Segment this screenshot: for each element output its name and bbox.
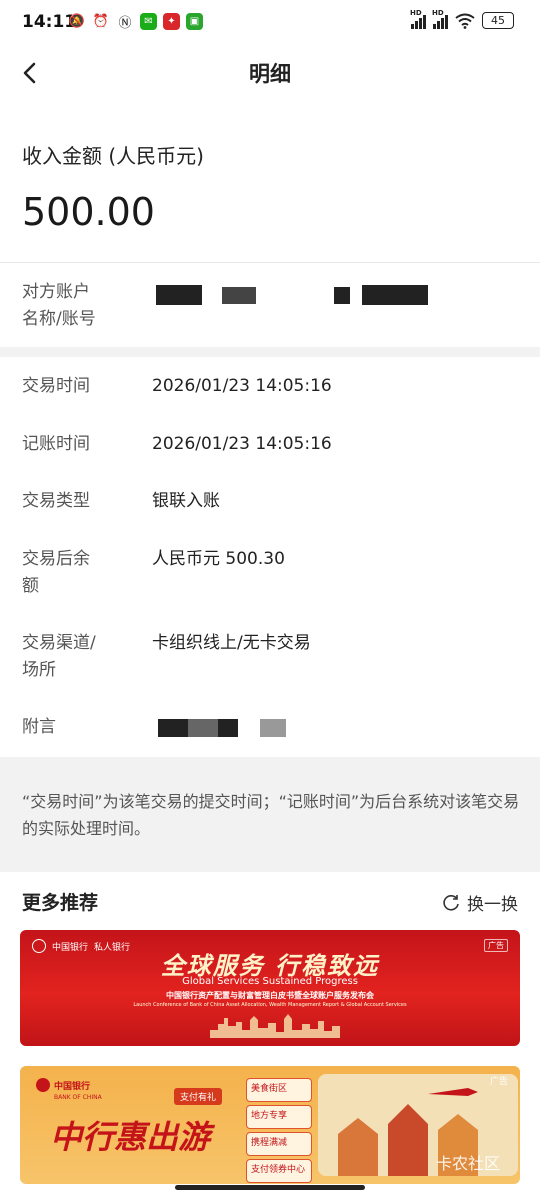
boc-logo-en: BANK OF CHINA: [54, 1094, 102, 1101]
transaction-details: 交易时间 2026/01/23 14:05:16 记账时间 2026/01/23…: [0, 357, 540, 757]
recommend-title: 更多推荐: [22, 892, 99, 914]
banner-menu-item: 地方专享: [246, 1105, 312, 1129]
redacted-block: [260, 719, 286, 737]
amount-label: 收入金额 (人民币元): [22, 144, 204, 168]
detail-label: 交易后余 额: [22, 549, 90, 596]
detail-label: 附言: [22, 717, 56, 737]
promo-banner-travel[interactable]: 中国银行 BANK OF CHINA 中行惠出游 支付有礼 美食街区 地方专享 …: [20, 1066, 520, 1184]
page-title: 明细: [249, 62, 291, 86]
refresh-icon: [443, 894, 459, 911]
detail-label: 交易渠道/ 场所: [22, 633, 96, 680]
detail-label: 交易时间: [22, 376, 90, 396]
detail-value: 2026/01/23 14:05:16: [152, 434, 332, 454]
promo-banner-global-services[interactable]: 中国银行 私人银行 广告 全球服务 行稳致远 Global Services S…: [20, 930, 520, 1046]
status-system-icons: HD HD 45: [410, 9, 514, 29]
mute-icon: 🔕: [68, 13, 86, 29]
app-icon: ▣: [186, 12, 203, 30]
status-notification-icons: 🔕 ⏰ Ⓝ ✉ ✦ ▣: [68, 12, 203, 31]
ad-badge: 广告: [489, 1077, 508, 1087]
redacted-block: [334, 287, 350, 304]
refresh-label: 换一换: [467, 895, 518, 915]
amount-card: 收入金额 (人民币元) 500.00: [0, 102, 540, 262]
banner-menu-item: 支付领券中心: [246, 1159, 312, 1183]
wechat-icon: ✉: [140, 12, 157, 30]
signal-icon: HD: [432, 9, 448, 29]
banner-menu: 美食街区 地方专享 携程满减 支付领券中心: [246, 1078, 312, 1183]
battery-icon: 45: [482, 12, 514, 29]
banner-line: 中国银行资产配置与财富管理白皮书暨全球账户服务发布会: [166, 991, 374, 1000]
counterparty-card: 对方账户 名称/账号 0179: [0, 263, 540, 347]
refresh-button[interactable]: 换一换: [441, 890, 518, 915]
redacted-block: [158, 719, 188, 737]
boc-logo: 中国银行: [36, 1078, 90, 1092]
detail-value: 2026/01/23 14:05:16: [152, 376, 332, 396]
signal-icon: HD: [410, 9, 426, 29]
redacted-block: [222, 287, 256, 304]
detail-label: 交易类型: [22, 491, 90, 511]
nav-bar: 明细: [0, 44, 540, 102]
banner-line: Launch Conference of Bank of China Asset…: [133, 1002, 407, 1008]
boc-logo-icon: [36, 1078, 50, 1092]
redacted-block: [218, 719, 238, 737]
counterparty-label: 对方账户 名称/账号: [22, 282, 96, 329]
status-bar: 14:11 🔕 ⏰ Ⓝ ✉ ✦ ▣ HD HD 45: [0, 0, 540, 44]
bank-app-icon: ✦: [163, 12, 180, 30]
wifi-icon: [455, 13, 475, 29]
time-explanation-note: “交易时间”为该笔交易的提交时间；“记账时间”为后台系统对该笔交易的实际处理时间…: [22, 792, 520, 838]
alarm-icon: ⏰: [92, 13, 110, 29]
banner-subtitle: Global Services Sustained Progress: [182, 976, 358, 987]
skyline-icon: [210, 1014, 340, 1038]
amount-value: 500.00: [22, 190, 155, 234]
home-indicator[interactable]: [175, 1185, 365, 1190]
banner-tag: 支付有礼: [174, 1088, 223, 1105]
banner-menu-item: 携程满减: [246, 1132, 312, 1156]
detail-value: 银联入账: [152, 491, 220, 511]
watermark: 卡农社区: [435, 1154, 500, 1173]
banner-menu-item: 美食街区: [246, 1078, 312, 1102]
recommend-section: 更多推荐 换一换 中国银行 私人银行 广告 全球服务 行稳致远 Global S…: [0, 872, 540, 1200]
redacted-block: [188, 719, 218, 737]
nfc-icon: Ⓝ: [118, 15, 132, 31]
redacted-block: [362, 285, 428, 305]
redacted-block: [156, 285, 202, 305]
banner-title: 中行惠出游: [50, 1118, 211, 1156]
detail-value: 人民币元 500.30: [152, 549, 285, 569]
detail-label: 记账时间: [22, 434, 90, 454]
detail-value: 卡组织线上/无卡交易: [152, 633, 311, 653]
